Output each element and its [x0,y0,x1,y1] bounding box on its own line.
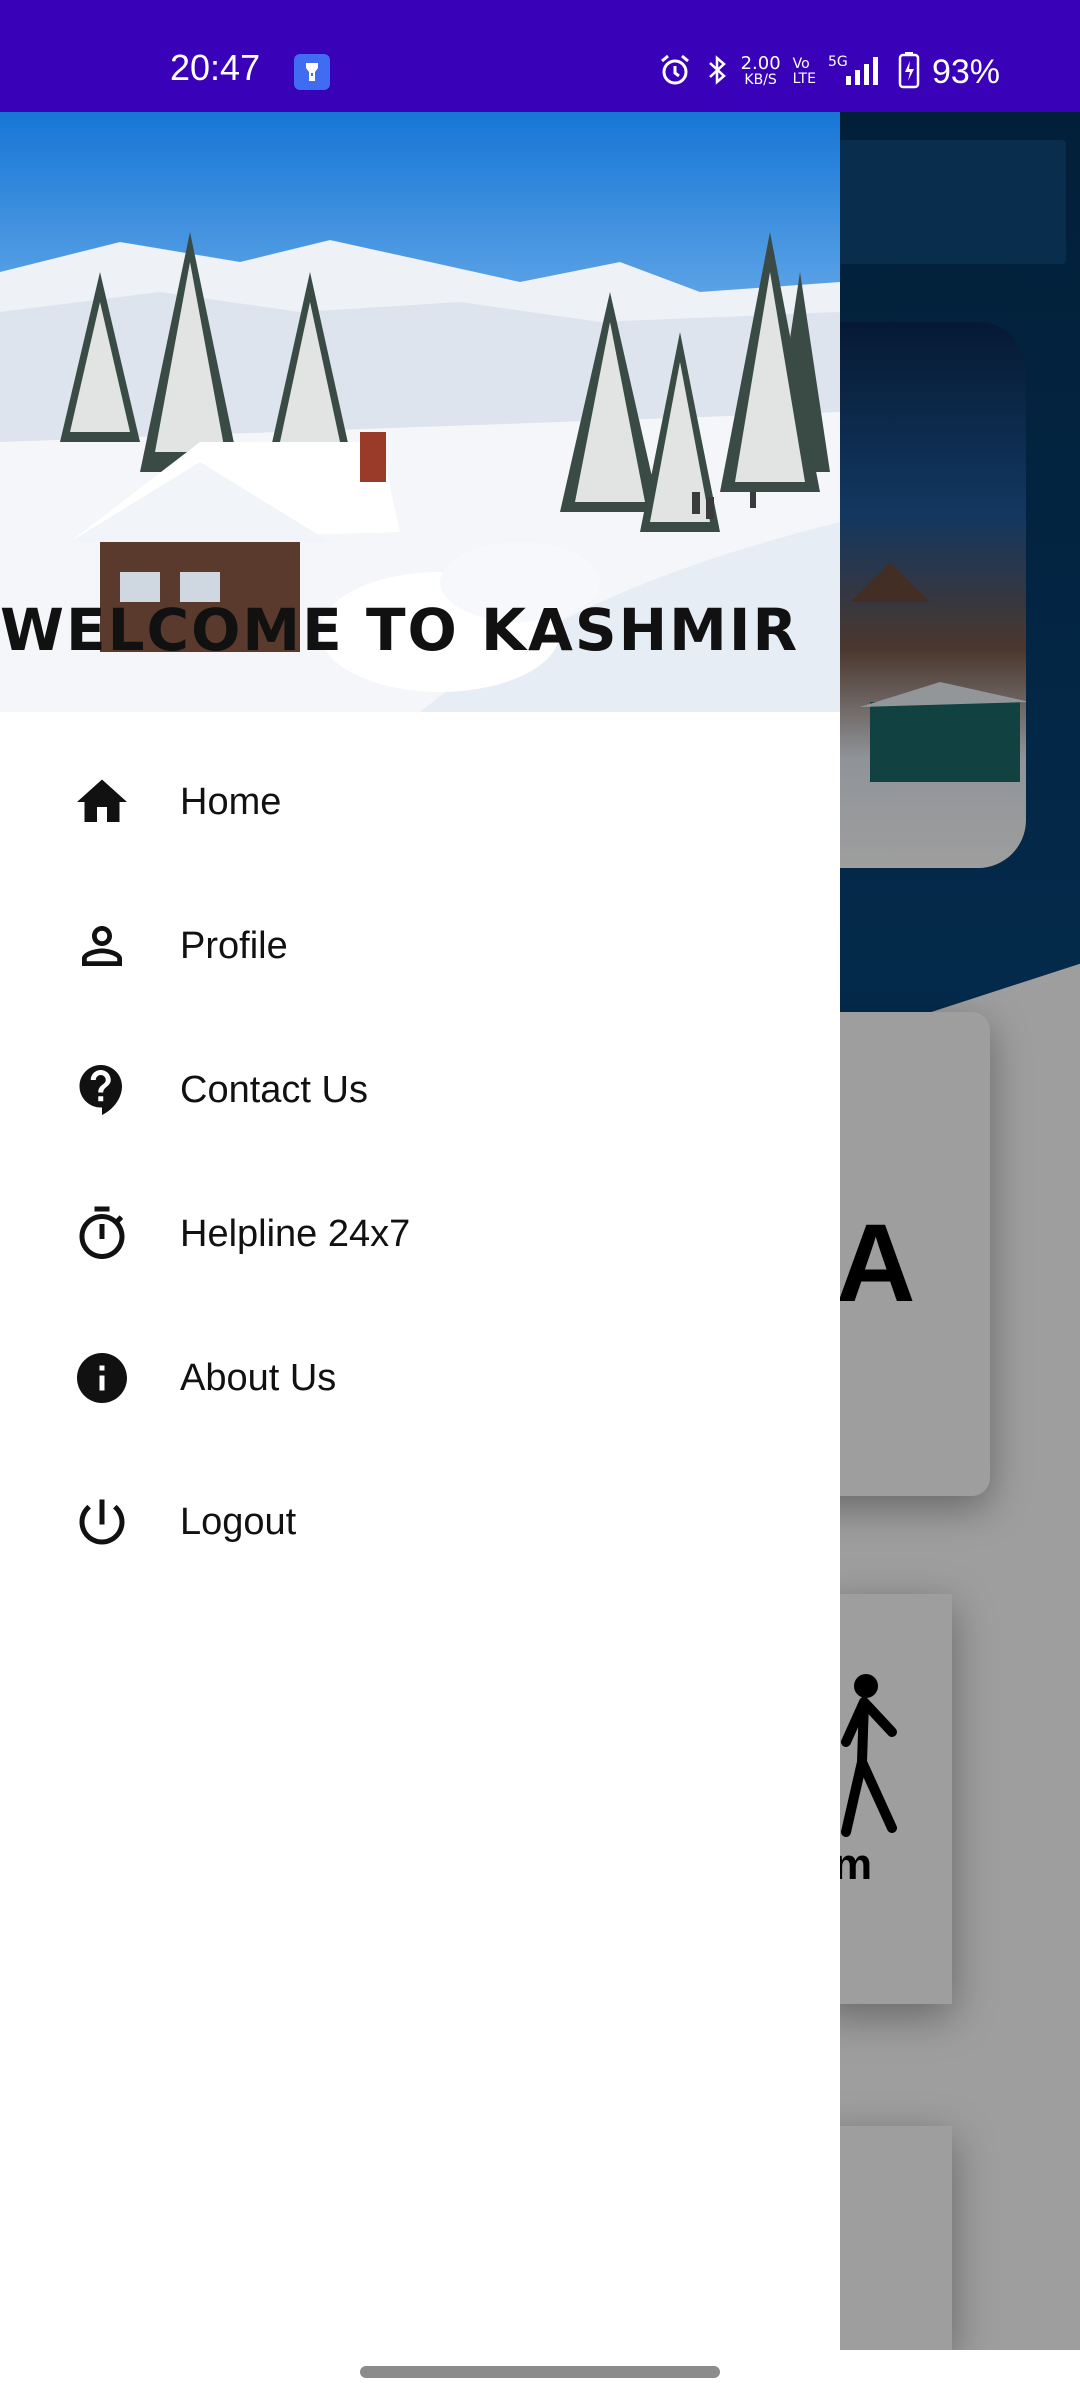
drawer-menu: Home Profile Contact Us Helpline 24x7 Ab… [0,712,840,1594]
drawer-welcome-title: Welcome to Kashmir [0,596,800,664]
menu-item-profile[interactable]: Profile [0,874,840,1018]
drawer-header: Welcome to Kashmir [0,112,840,712]
system-nav-area [0,2350,1080,2400]
gesture-bar[interactable] [360,2366,720,2378]
menu-item-label: Logout [180,1500,297,1543]
menu-item-about-us[interactable]: About Us [0,1306,840,1450]
home-icon [70,770,134,834]
bluetooth-icon [705,52,729,93]
menu-item-home[interactable]: Home [0,730,840,874]
alarm-icon [657,52,693,93]
status-time: 20:47 [170,47,261,88]
help-icon [70,1058,134,1122]
net-speed-value: 2.00 [740,53,781,74]
menu-item-label: Contact Us [180,1068,368,1111]
menu-item-label: About Us [180,1356,337,1399]
navigation-drawer: Welcome to Kashmir Home Profile Contact … [0,112,840,2350]
signal-icon: 5G [828,52,886,93]
net-speed-unit: KB/S [744,72,777,88]
power-icon [70,1490,134,1554]
menu-item-label: Home [180,780,282,823]
battery-percent: 93% [931,53,1000,91]
menu-item-logout[interactable]: Logout [0,1450,840,1594]
flashlight-icon [294,54,330,90]
volte-indicator: Vo LTE [793,57,816,87]
status-icons: 2.00 KB/S Vo LTE 5G 93% [657,50,1000,94]
menu-item-contact-us[interactable]: Contact Us [0,1018,840,1162]
app-screen: 20:47 2.00 KB/S Vo LTE 5G 93% A m WELCOM… [0,0,1080,2400]
net-speed: 2.00 KB/S [740,53,781,89]
timer-icon [70,1202,134,1266]
battery-icon [898,51,920,94]
network-type-label: 5G [828,54,848,70]
menu-item-label: Helpline 24x7 [180,1212,411,1255]
menu-item-label: Profile [180,924,288,967]
info-icon [70,1346,134,1410]
profile-icon [70,914,134,978]
status-bar: 20:47 2.00 KB/S Vo LTE 5G 93% [0,0,1080,112]
menu-item-helpline[interactable]: Helpline 24x7 [0,1162,840,1306]
volte-bottom: LTE [792,71,816,87]
volte-top: Vo [792,56,810,72]
